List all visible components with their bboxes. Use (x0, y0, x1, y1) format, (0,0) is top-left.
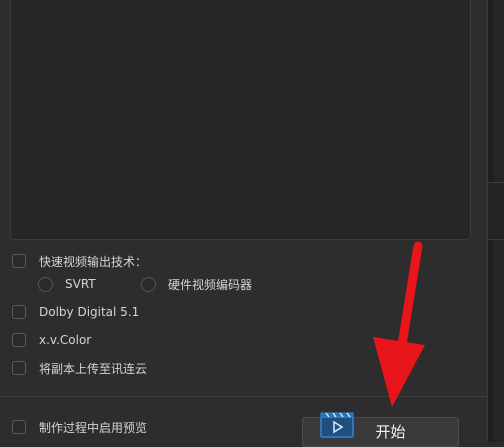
clapperboard-icon (320, 412, 354, 438)
footer-divider (0, 396, 487, 397)
svrt-label: SVRT (65, 277, 96, 291)
preview-label: 制作过程中启用预览 (39, 420, 148, 435)
start-label: 开始 (375, 423, 406, 441)
dolby-checkbox[interactable] (12, 305, 26, 319)
hw-encoder-option[interactable]: 硬件视频编码器 (141, 274, 252, 294)
right-scroll-strip[interactable] (487, 0, 504, 442)
xvcolor-label: x.v.Color (39, 333, 92, 347)
scroll-handle[interactable] (488, 182, 504, 240)
fast-video-option[interactable]: 快速视频输出技术： (12, 251, 147, 271)
hw-encoder-label: 硬件视频编码器 (168, 277, 253, 292)
produce-panel: 快速视频输出技术： SVRT 硬件视频编码器 Dolby Digital 5.1… (0, 0, 487, 447)
fast-video-checkbox[interactable] (12, 254, 26, 268)
upload-checkbox[interactable] (12, 361, 26, 375)
preview-option[interactable]: 制作过程中启用预览 (12, 417, 147, 437)
upload-option[interactable]: 将副本上传至讯连云 (12, 358, 147, 378)
upload-label: 将副本上传至讯连云 (39, 361, 148, 376)
xvcolor-option[interactable]: x.v.Color (12, 330, 91, 350)
dolby-option[interactable]: Dolby Digital 5.1 (12, 302, 139, 322)
svrt-radio[interactable] (38, 276, 53, 292)
dolby-label: Dolby Digital 5.1 (39, 305, 140, 319)
xvcolor-checkbox[interactable] (12, 333, 26, 347)
preview-checkbox[interactable] (12, 420, 26, 434)
fast-video-label: 快速视频输出技术： (39, 254, 148, 269)
preview-area (10, 0, 471, 240)
hw-encoder-radio[interactable] (141, 276, 156, 292)
svrt-option[interactable]: SVRT (38, 274, 96, 294)
